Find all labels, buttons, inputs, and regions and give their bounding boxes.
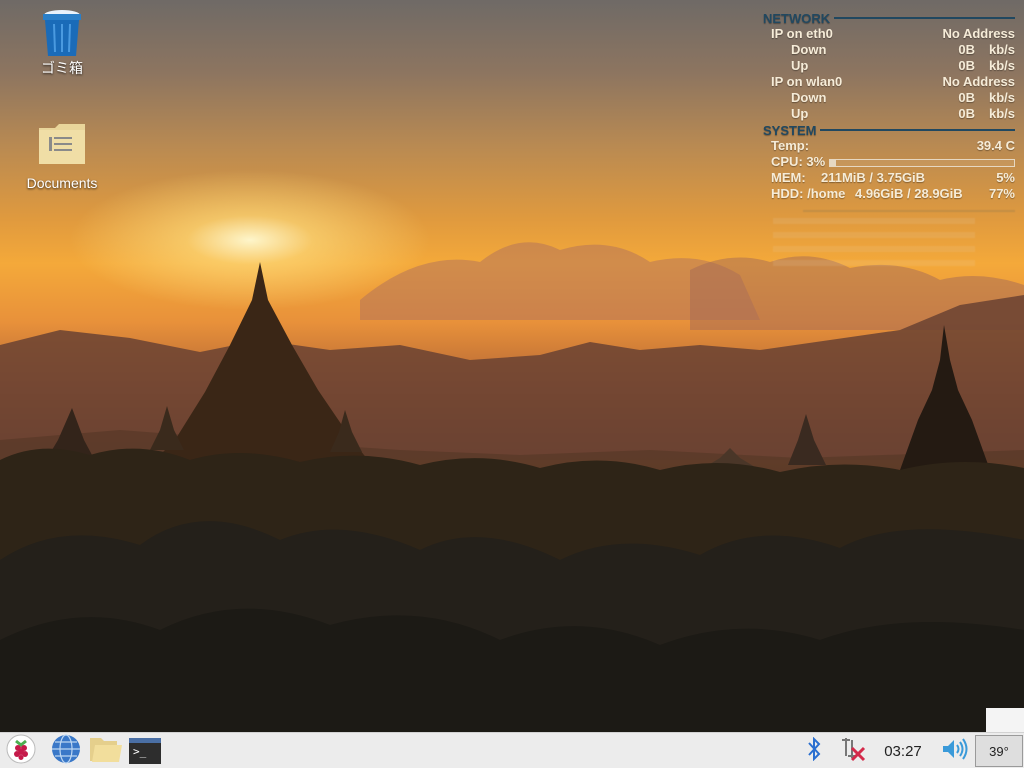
trash-icon [39, 8, 85, 58]
row-label: CPU: 3% [771, 154, 826, 169]
cpu-temperature-monitor[interactable]: 39° [975, 735, 1023, 767]
network-disconnected-icon [838, 736, 866, 767]
row-label: IP on eth0 [771, 26, 833, 41]
row-unit: kb/s [988, 42, 1015, 57]
section-title-text: NETWORK [763, 10, 831, 26]
eth0-ip-row: IP on eth0 No Address [763, 26, 1015, 42]
desktop-icon-documents[interactable]: Documents [17, 122, 107, 191]
faded-row [773, 246, 975, 252]
row-percent: 77% [988, 186, 1015, 201]
volume-icon [941, 737, 969, 766]
row-value: 211MiB / 3.75GiB [821, 170, 926, 185]
cpu-usage-bar [829, 159, 1015, 167]
folder-icon [37, 122, 87, 166]
faded-row [773, 232, 975, 238]
row-label: Down [791, 90, 827, 105]
network-status-button[interactable] [838, 736, 866, 766]
faded-row [773, 260, 975, 266]
row-value: No Address [942, 26, 1015, 41]
terminal-icon: >_ [129, 738, 161, 764]
tray-popup-area [986, 708, 1024, 732]
divider [820, 129, 1015, 131]
file-manager-icon [89, 735, 123, 768]
divider [803, 210, 1015, 212]
raspberry-menu-button[interactable] [5, 734, 37, 769]
network-section-title: NETWORK [763, 10, 1015, 26]
section-title-text: SYSTEM [763, 122, 817, 138]
system-section-title: SYSTEM [763, 122, 1015, 138]
row-value: No Address [942, 74, 1015, 89]
row-label: Up [791, 106, 809, 121]
row-value: 0B [958, 90, 975, 105]
file-manager-button[interactable] [89, 736, 123, 766]
row-percent: 5% [996, 170, 1015, 185]
desktop-icon-trash[interactable]: ゴミ箱 [17, 8, 107, 78]
clock[interactable]: 03:27 [880, 736, 926, 766]
faded-process-section [763, 210, 1015, 266]
row-value: 0B [958, 42, 975, 57]
row-unit: kb/s [988, 90, 1015, 105]
row-value: 0B [958, 58, 975, 73]
eth0-down-row: Down 0B kb/s [763, 42, 1015, 58]
desktop-icon-label: Documents [26, 175, 98, 191]
row-label: Temp: [771, 138, 810, 153]
web-browser-button[interactable] [50, 733, 82, 769]
cpu-usage-fill [830, 160, 836, 166]
eth0-up-row: Up 0B kb/s [763, 58, 1015, 74]
raspberry-menu-icon [6, 734, 36, 769]
temp-row: Temp: 39.4 C [763, 138, 1015, 154]
row-value: 4.96GiB / 28.9GiB [855, 186, 963, 201]
row-unit: kb/s [988, 106, 1015, 121]
bluetooth-button[interactable] [803, 736, 825, 766]
row-label: HDD: /home [771, 186, 846, 201]
row-label: Down [791, 42, 827, 57]
hdd-row: HDD: /home 4.96GiB / 28.9GiB 77% [763, 186, 1015, 202]
mem-row: MEM: 211MiB / 3.75GiB 5% [763, 170, 1015, 186]
volume-button[interactable] [940, 736, 970, 766]
row-value: 0B [958, 106, 975, 121]
cpu-row: CPU: 3% [763, 154, 1015, 170]
wlan0-up-row: Up 0B kb/s [763, 106, 1015, 122]
system-monitor-widget: NETWORK IP on eth0 No Address Down 0B kb… [763, 10, 1015, 266]
web-browser-icon [51, 733, 81, 769]
desktop-icon-label: ゴミ箱 [41, 60, 83, 76]
row-value: 39.4 C [976, 138, 1015, 153]
bluetooth-icon [806, 736, 822, 766]
row-label: MEM: [771, 170, 806, 185]
row-unit: kb/s [988, 58, 1015, 73]
row-label: IP on wlan0 [771, 74, 843, 89]
taskbar: >_ 03:27 39° [0, 732, 1024, 768]
divider [834, 17, 1015, 19]
row-label: Up [791, 58, 809, 73]
wlan0-ip-row: IP on wlan0 No Address [763, 74, 1015, 90]
terminal-button[interactable]: >_ [128, 736, 162, 766]
faded-row [773, 218, 975, 224]
wlan0-down-row: Down 0B kb/s [763, 90, 1015, 106]
